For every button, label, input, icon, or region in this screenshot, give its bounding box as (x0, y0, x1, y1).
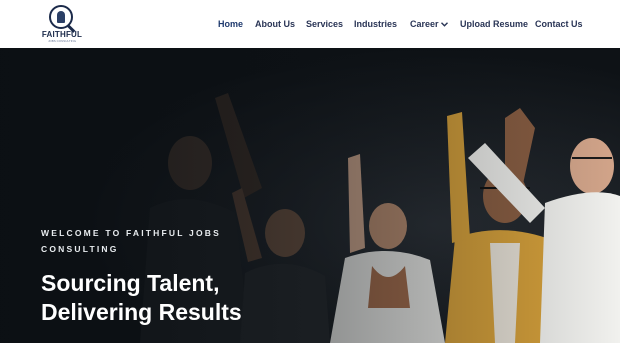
nav-services[interactable]: Services (306, 18, 343, 30)
hero-headline: Sourcing Talent, Delivering Results (41, 270, 242, 325)
site-header: FAITHFUL JOBS CONSULTING Home About Us S… (0, 0, 620, 48)
nav-upload-resume[interactable]: Upload Resume (460, 18, 528, 30)
nav-about-us[interactable]: About Us (255, 18, 295, 30)
nav-career[interactable]: Career (410, 18, 448, 30)
nav-career-label: Career (410, 19, 439, 29)
logo[interactable]: FAITHFUL JOBS CONSULTING (40, 5, 84, 43)
nav-home[interactable]: Home (218, 18, 243, 30)
nav-industries[interactable]: Industries (354, 18, 397, 30)
logo-tagline: JOBS CONSULTING (47, 39, 77, 43)
hero-eyebrow: Welcome to Faithful Jobs Consulting (41, 228, 221, 254)
magnifier-person-icon (49, 5, 76, 33)
logo-name: FAITHFUL (41, 30, 83, 39)
chevron-down-icon (440, 22, 448, 27)
nav-contact-us[interactable]: Contact Us (535, 18, 583, 30)
hero-banner: Welcome to Faithful Jobs Consulting Sour… (0, 48, 620, 343)
